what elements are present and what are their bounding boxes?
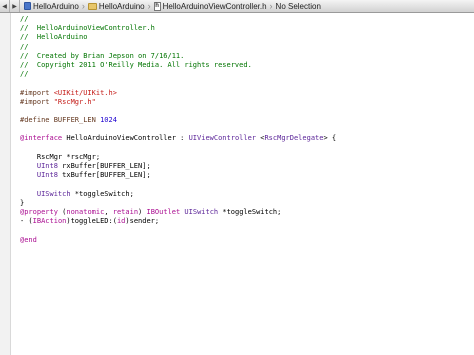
forward-arrow-icon: ▶ [12, 3, 17, 10]
breadcrumb-separator: › [81, 1, 85, 11]
code-token: RscMgr *rscMgr; [20, 152, 101, 161]
code-token: *toggleSwitch; [70, 189, 134, 198]
code-token: UISwitch [36, 189, 71, 198]
project-icon [24, 2, 31, 10]
breadcrumb-project-label: HelloArduino [33, 1, 79, 11]
code-editor[interactable]: //// HelloArduinoViewController.h// Hell… [20, 15, 470, 245]
code-token: )toggleLED:( [66, 217, 117, 226]
code-token: , [104, 207, 113, 216]
code-token: @interface [20, 134, 63, 143]
code-token: RscMgrDelegate [264, 134, 324, 143]
code-token: } [20, 198, 25, 207]
folder-icon [87, 2, 97, 10]
code-line: #import <UIKit/UIKit.h> [20, 89, 470, 98]
breadcrumb-project[interactable]: HelloArduino [23, 0, 80, 12]
breadcrumb-group-label: HelloArduino [98, 1, 145, 11]
code-line: UISwitch *toggleSwitch; [20, 190, 470, 199]
code-token: @property [20, 207, 58, 216]
code-token: "RscMgr.h" [53, 97, 96, 106]
back-button[interactable]: ◀ [0, 0, 10, 12]
code-token: // Copyright 2011 O'Reilly Media. All ri… [20, 60, 252, 69]
code-token: nonatomic [66, 207, 105, 216]
code-token: )sender; [125, 217, 160, 226]
code-line: @property (nonatomic, retain) IBOutlet U… [20, 208, 470, 217]
code-line: } [20, 199, 470, 208]
code-token: UIViewController [188, 134, 257, 143]
jump-bar: ◀ ▶ HelloArduino › HelloArduino › h Hell… [0, 0, 474, 13]
code-line: UInt8 txBuffer[BUFFER_LEN]; [20, 171, 470, 180]
code-token: IBOutlet [146, 207, 181, 216]
code-line: - (IBAction)toggleLED:(id)sender; [20, 217, 470, 226]
code-token: // [20, 70, 29, 79]
code-line: // [20, 43, 470, 52]
code-token: UInt8 [36, 162, 58, 170]
code-token: // Created by Brian Jepson on 7/16/11. [20, 51, 185, 60]
header-file-icon: h [153, 1, 161, 11]
code-line: // HelloArduino [20, 33, 470, 42]
code-token: // [20, 15, 29, 23]
code-line: UInt8 rxBuffer[BUFFER_LEN]; [20, 162, 470, 171]
code-token: #define BUFFER_LEN [20, 116, 101, 125]
breadcrumb-symbol-label: No Selection [275, 1, 321, 11]
code-token: - ( [20, 217, 33, 226]
code-token: retain [112, 207, 139, 216]
code-token: IBAction [32, 217, 67, 226]
back-arrow-icon: ◀ [2, 3, 7, 10]
code-token: rxBuffer[BUFFER_LEN]; [57, 162, 151, 170]
code-line: // [20, 15, 470, 24]
code-token: 1024 [100, 116, 117, 125]
code-token: UISwitch [184, 207, 219, 216]
breadcrumb-file[interactable]: h HelloArduinoViewController.h [153, 0, 268, 12]
breadcrumb-separator: › [269, 1, 273, 11]
code-line: #import "RscMgr.h" [20, 98, 470, 107]
code-token: #import [20, 97, 54, 106]
breadcrumb-separator: › [147, 1, 151, 11]
code-token: #import [20, 88, 54, 97]
code-token: // HelloArduino [20, 33, 88, 42]
code-line: #define BUFFER_LEN 1024 [20, 116, 470, 125]
breadcrumb-symbol[interactable]: No Selection [275, 0, 322, 12]
code-token: txBuffer[BUFFER_LEN]; [57, 171, 151, 180]
code-line: // [20, 70, 470, 79]
code-line: // Copyright 2011 O'Reilly Media. All ri… [20, 61, 470, 70]
code-token: UInt8 [36, 171, 58, 180]
code-token: *toggleSwitch; [218, 207, 282, 216]
forward-button[interactable]: ▶ [10, 0, 20, 12]
code-line: // HelloArduinoViewController.h [20, 24, 470, 33]
breadcrumb-group[interactable]: HelloArduino [87, 0, 146, 12]
code-line: // Created by Brian Jepson on 7/16/11. [20, 52, 470, 61]
code-token: @end [20, 235, 37, 244]
code-token: // HelloArduinoViewController.h [20, 24, 155, 33]
code-line: @interface HelloArduinoViewController : … [20, 134, 470, 143]
breadcrumb-file-label: HelloArduinoViewController.h [162, 1, 267, 11]
line-gutter [0, 13, 11, 355]
code-line: @end [20, 236, 470, 245]
code-token: <UIKit/UIKit.h> [53, 88, 117, 97]
code-token: > { [323, 134, 337, 143]
code-line: RscMgr *rscMgr; [20, 153, 470, 162]
code-token: // [20, 42, 29, 51]
code-token: HelloArduinoViewController : [62, 134, 189, 143]
